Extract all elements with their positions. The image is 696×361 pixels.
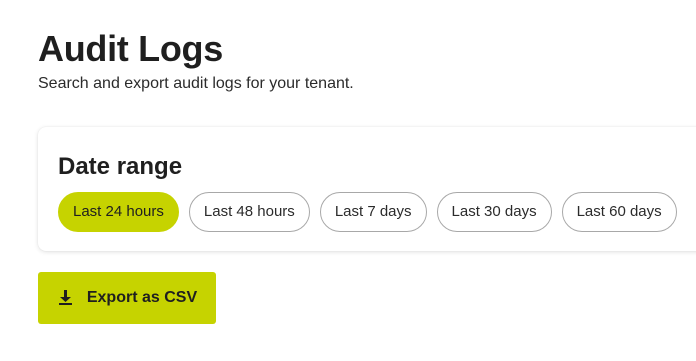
export-csv-button[interactable]: Export as CSV <box>38 272 216 324</box>
page-subtitle: Search and export audit logs for your te… <box>38 75 354 92</box>
export-csv-label: Export as CSV <box>86 289 198 306</box>
date-range-option-last-60-days[interactable]: Last 60 days <box>561 192 677 232</box>
date-range-options: Last 24 hours Last 48 hours Last 7 days … <box>58 192 677 232</box>
date-range-option-last-48-hours[interactable]: Last 48 hours <box>188 192 310 232</box>
page-title: Audit Logs <box>38 28 223 69</box>
audit-logs-page: Audit Logs Search and export audit logs … <box>0 0 696 361</box>
date-range-title: Date range <box>58 153 183 180</box>
date-range-card: Date range Last 24 hours Last 48 hours L… <box>38 127 696 251</box>
date-range-option-last-7-days[interactable]: Last 7 days <box>319 192 427 232</box>
date-range-option-last-30-days[interactable]: Last 30 days <box>436 192 552 232</box>
date-range-option-last-24-hours[interactable]: Last 24 hours <box>58 192 179 232</box>
download-icon <box>57 289 74 306</box>
